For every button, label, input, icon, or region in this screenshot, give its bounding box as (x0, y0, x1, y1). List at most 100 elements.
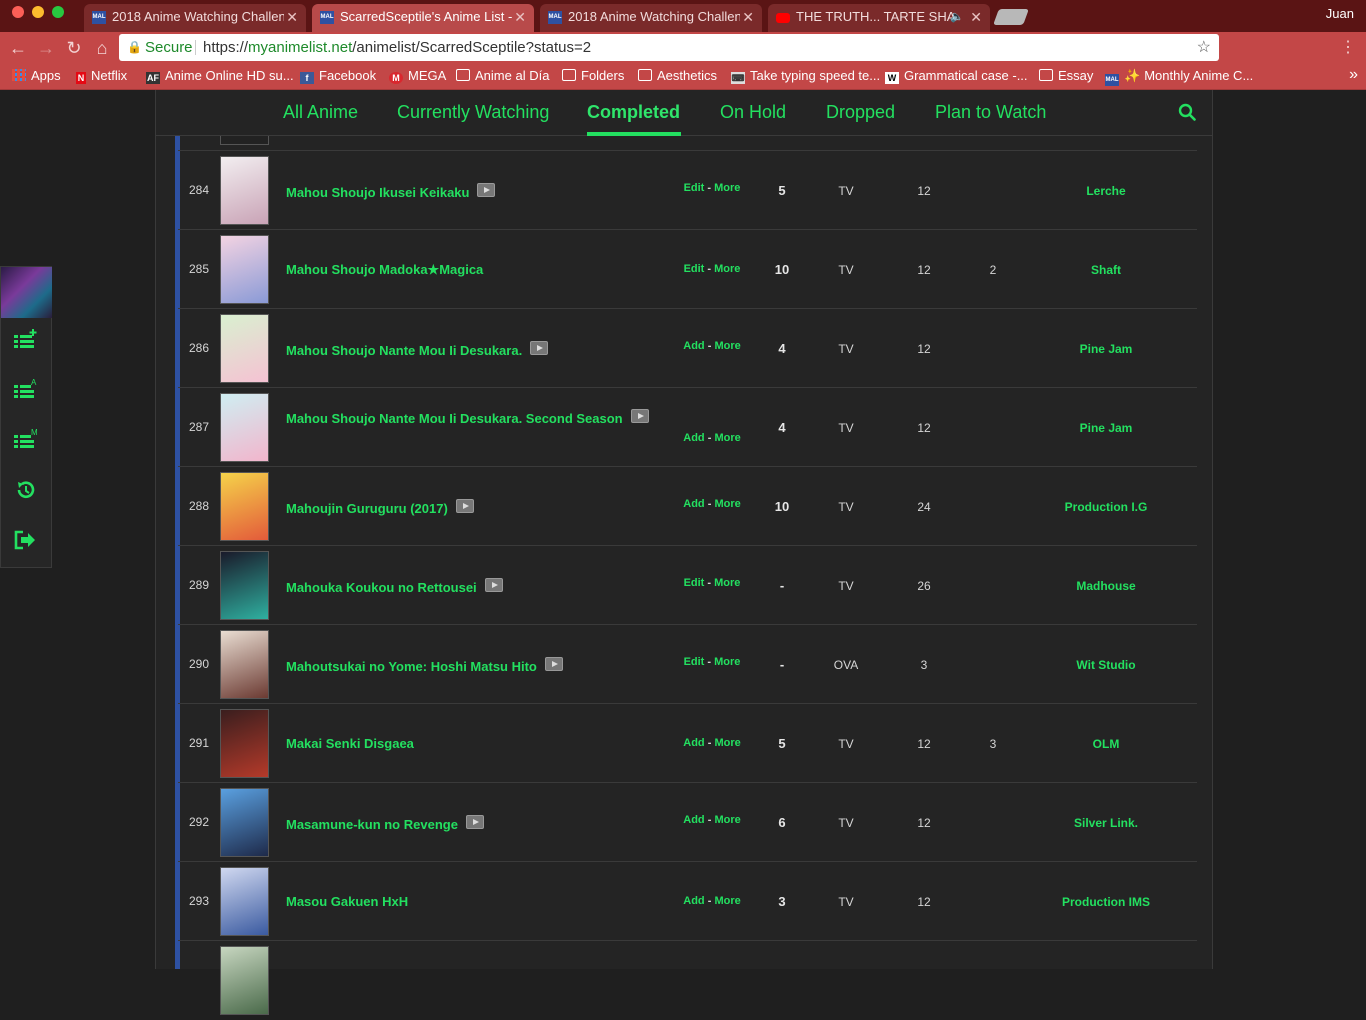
anime-title-link[interactable]: Mahoutsukai no Yome: Hoshi Matsu Hito (286, 657, 563, 674)
bookmark-typing-speed[interactable]: ⌨ Take typing speed te... (731, 68, 880, 84)
add-link[interactable]: Add (683, 737, 704, 749)
tab-plan-to-watch[interactable]: Plan to Watch (935, 102, 1046, 123)
cover-image[interactable] (220, 630, 269, 699)
more-link[interactable]: More (714, 814, 740, 826)
maximize-window-button[interactable] (52, 6, 64, 18)
tab-completed[interactable]: Completed (587, 102, 680, 123)
sign-out-icon[interactable] (13, 529, 39, 551)
anime-title-link[interactable]: Makai Senki Disgaea (286, 736, 414, 751)
cover-image[interactable] (220, 788, 269, 857)
browser-tab[interactable]: THE TRUTH... TARTE SHAP 🔈 ✕ (768, 4, 990, 32)
add-link[interactable]: Add (683, 498, 704, 510)
bookmarks-overflow-icon[interactable]: » (1349, 66, 1358, 84)
add-link[interactable]: Add (683, 340, 704, 352)
browser-tab[interactable]: MAL 2018 Anime Watching Challeng ✕ (84, 4, 306, 32)
tab-dropped[interactable]: Dropped (826, 102, 895, 123)
studio-link[interactable]: Lerche (1038, 184, 1174, 198)
add-link[interactable]: Add (683, 814, 704, 826)
cover-image[interactable] (220, 472, 269, 541)
list-anime-icon[interactable]: A (13, 379, 39, 401)
url-text[interactable]: https://myanimelist.net/animelist/Scarre… (203, 34, 591, 61)
bookmark-star-icon[interactable]: ☆ (1197, 34, 1211, 61)
score-cell[interactable]: - (764, 657, 800, 672)
video-icon[interactable] (465, 815, 484, 829)
cover-image[interactable] (220, 551, 269, 620)
bookmark-mega[interactable]: M MEGA (389, 68, 446, 84)
browser-tab-active[interactable]: MAL ScarredSceptile's Anime List - ✕ (312, 4, 534, 32)
studio-link[interactable]: OLM (1038, 737, 1174, 751)
anime-title-link[interactable]: Mahouka Koukou no Rettousei (286, 578, 503, 595)
add-link[interactable]: Add (683, 895, 704, 907)
anime-title-link[interactable]: Mahou Shoujo Nante Mou Ii Desukara. (286, 341, 549, 358)
anime-title-link[interactable]: Masamune-kun no Revenge (286, 815, 484, 832)
more-link[interactable]: More (714, 432, 740, 444)
bookmark-essay[interactable]: Essay (1039, 68, 1093, 83)
score-cell[interactable]: 5 (764, 736, 800, 751)
edit-link[interactable]: Edit (684, 656, 705, 668)
score-cell[interactable]: 6 (764, 815, 800, 830)
score-cell[interactable]: 4 (764, 341, 800, 356)
list-manga-icon[interactable]: M (13, 429, 39, 451)
studio-link[interactable]: Production IMS (1038, 895, 1174, 909)
home-icon[interactable]: ⌂ (92, 37, 112, 59)
studio-link[interactable]: Pine Jam (1038, 342, 1174, 356)
edit-link[interactable]: Edit (684, 577, 705, 589)
edit-link[interactable]: Edit (684, 263, 705, 275)
bookmark-anime-al-dia[interactable]: Anime al Día (456, 68, 549, 83)
video-icon[interactable] (484, 578, 503, 592)
studio-link[interactable]: Wit Studio (1038, 658, 1174, 672)
cover-image[interactable] (220, 393, 269, 462)
tab-all-anime[interactable]: All Anime (283, 102, 358, 123)
address-bar[interactable]: 🔒 Secure https://myanimelist.net/animeli… (119, 34, 1219, 61)
history-icon[interactable] (13, 479, 39, 501)
video-icon[interactable] (477, 183, 496, 197)
close-tab-icon[interactable]: ✕ (514, 4, 526, 30)
score-cell[interactable]: - (764, 578, 800, 593)
cover-image[interactable] (220, 946, 269, 1015)
studio-link[interactable]: Pine Jam (1038, 421, 1174, 435)
score-cell[interactable]: 4 (764, 420, 800, 435)
bookmark-anime-online[interactable]: AF Anime Online HD su... (146, 68, 294, 84)
forward-icon[interactable]: → (36, 37, 56, 59)
anime-title-link[interactable]: Mahou Shoujo Ikusei Keikaku (286, 183, 496, 200)
cover-image[interactable] (220, 156, 269, 225)
score-cell[interactable]: 10 (764, 499, 800, 514)
bookmark-aesthetics[interactable]: Aesthetics (638, 68, 717, 83)
studio-link[interactable]: Shaft (1038, 263, 1174, 277)
profile-name[interactable]: Juan (1326, 6, 1354, 21)
more-link[interactable]: More (714, 340, 740, 352)
bookmark-netflix[interactable]: N Netflix (76, 68, 127, 84)
bookmark-folders[interactable]: Folders (562, 68, 624, 83)
tab-on-hold[interactable]: On Hold (720, 102, 786, 123)
cover-image[interactable] (220, 709, 269, 778)
bookmark-monthly-anime[interactable]: MAL ✨ Monthly Anime C... (1105, 68, 1253, 86)
studio-link[interactable]: Silver Link. (1038, 816, 1174, 830)
minimize-window-button[interactable] (32, 6, 44, 18)
anime-title-link[interactable]: Mahoujin Guruguru (2017) (286, 499, 474, 516)
studio-link[interactable]: Production I.G (1038, 500, 1174, 514)
bookmark-facebook[interactable]: f Facebook (300, 68, 376, 84)
back-icon[interactable]: ← (8, 37, 28, 59)
bookmark-grammatical-case[interactable]: W Grammatical case -... (885, 68, 1028, 84)
studio-link[interactable]: Madhouse (1038, 579, 1174, 593)
search-icon[interactable] (1178, 103, 1196, 121)
close-window-button[interactable] (12, 6, 24, 18)
score-cell[interactable]: 5 (764, 183, 800, 198)
more-link[interactable]: More (714, 737, 740, 749)
avatar[interactable] (1, 267, 52, 318)
anime-title-link[interactable]: Mahou Shoujo Madoka★Magica (286, 262, 483, 278)
browser-menu-icon[interactable]: ⋮ (1338, 37, 1358, 59)
close-tab-icon[interactable]: ✕ (742, 4, 754, 30)
add-list-icon[interactable] (13, 329, 39, 351)
score-cell[interactable]: 10 (764, 262, 800, 277)
close-tab-icon[interactable]: ✕ (286, 4, 298, 30)
video-icon[interactable] (544, 657, 563, 671)
anime-title-link[interactable]: Masou Gakuen HxH (286, 894, 408, 909)
more-link[interactable]: More (714, 577, 740, 589)
edit-link[interactable]: Edit (684, 182, 705, 194)
reload-icon[interactable]: ↻ (64, 37, 84, 59)
cover-image[interactable] (220, 867, 269, 936)
video-icon[interactable] (530, 341, 549, 355)
cover-image[interactable] (220, 235, 269, 304)
cover-image[interactable] (220, 314, 269, 383)
